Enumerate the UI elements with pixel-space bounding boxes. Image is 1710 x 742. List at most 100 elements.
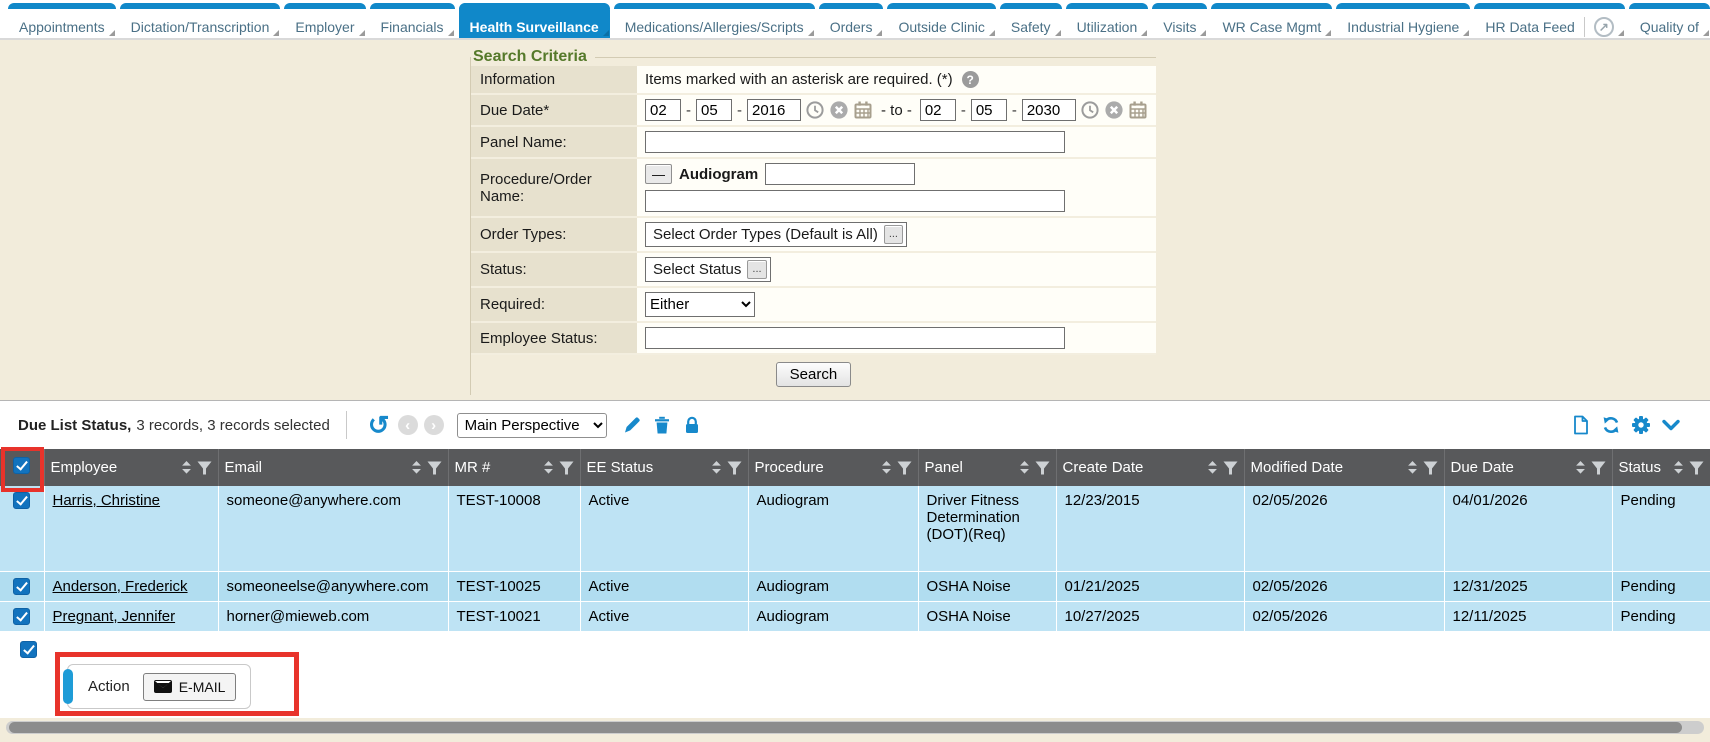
perspective-select[interactable]: Main Perspective [457, 413, 607, 438]
tab-outside-clinic[interactable]: Outside Clinic [887, 3, 995, 38]
filter-icon[interactable] [559, 461, 574, 475]
tab-appointments[interactable]: Appointments [8, 3, 116, 38]
due-from-day-input[interactable] [696, 99, 732, 121]
edit-pencil-icon[interactable] [622, 415, 642, 435]
filter-icon[interactable] [1035, 461, 1050, 475]
status-ellipsis-button[interactable]: ... [747, 260, 766, 279]
email-button[interactable]: E-MAIL [143, 673, 237, 701]
filter-icon[interactable] [1423, 461, 1438, 475]
row-checkbox[interactable] [13, 608, 30, 625]
order-types-ellipsis-button[interactable]: ... [884, 225, 903, 244]
cell-email: someoneelse@anywhere.com [218, 571, 448, 601]
employee-link[interactable]: Pregnant, Jennifer [53, 608, 176, 625]
row-checkbox[interactable] [13, 578, 30, 595]
filter-icon[interactable] [727, 461, 742, 475]
tab-health-surveillance[interactable]: Health Surveillance [459, 3, 610, 38]
filter-icon[interactable] [1591, 461, 1606, 475]
employee-link[interactable]: Anderson, Frederick [53, 578, 188, 595]
due-to-year-input[interactable] [1022, 99, 1076, 121]
filter-icon[interactable] [197, 461, 212, 475]
employee-link[interactable]: Harris, Christine [53, 492, 161, 509]
toolbar-divider [346, 411, 347, 439]
due-to-month-input[interactable] [920, 99, 956, 121]
tab-wr-case-mgmt[interactable]: WR Case Mgmt [1211, 3, 1332, 38]
filter-icon[interactable] [897, 461, 912, 475]
tab-orders[interactable]: Orders [819, 3, 884, 38]
nav-back-icon[interactable]: ‹ [398, 415, 418, 435]
clear-date-icon[interactable] [1104, 100, 1124, 120]
filter-icon[interactable] [427, 461, 442, 475]
clock-icon[interactable] [1080, 100, 1100, 120]
tab-utilization[interactable]: Utilization [1066, 3, 1149, 38]
sort-icon[interactable] [1207, 461, 1218, 474]
filter-icon[interactable] [1689, 461, 1704, 475]
sort-icon[interactable] [1019, 461, 1030, 474]
tab-label: Employer [295, 20, 354, 34]
popout-icon[interactable]: ↗ [1594, 17, 1614, 37]
procedure-detail-input[interactable] [765, 163, 915, 185]
calendar-icon[interactable] [1128, 100, 1148, 120]
column-header-mr: MR # [448, 449, 580, 486]
tab-quality-of[interactable]: Quality of [1629, 3, 1710, 38]
cell-panel: OSHA Noise [918, 571, 1056, 601]
due-to-day-input[interactable] [971, 99, 1007, 121]
clock-icon[interactable] [805, 100, 825, 120]
refresh-icon[interactable] [1601, 415, 1621, 435]
help-icon[interactable]: ? [962, 71, 979, 88]
filter-icon[interactable] [1223, 461, 1238, 475]
tab-label: Financials [381, 20, 444, 34]
cell-ee_status: Active [580, 486, 748, 571]
sort-icon[interactable] [181, 461, 192, 474]
cell-modified_date: 02/05/2026 [1244, 601, 1444, 631]
cell-create_date: 01/21/2025 [1056, 571, 1244, 601]
employee-status-input[interactable] [645, 327, 1065, 349]
undo-icon[interactable]: ↺ [368, 415, 390, 435]
due-from-year-input[interactable] [747, 99, 801, 121]
cell-due_date: 12/31/2025 [1444, 571, 1612, 601]
remove-procedure-button[interactable]: — [645, 164, 672, 184]
collapse-chevron-icon[interactable] [1661, 415, 1681, 435]
calendar-icon[interactable] [853, 100, 873, 120]
tab-industrial-hygiene[interactable]: Industrial Hygiene [1336, 3, 1470, 38]
tab-safety[interactable]: Safety [1000, 3, 1062, 38]
tab-financials[interactable]: Financials [370, 3, 455, 38]
column-label: Modified Date [1251, 459, 1402, 476]
sort-icon[interactable] [1575, 461, 1586, 474]
clear-date-icon[interactable] [829, 100, 849, 120]
scrollbar-thumb[interactable] [9, 722, 1682, 733]
lock-icon[interactable] [682, 415, 702, 435]
cell-create_date: 12/23/2015 [1056, 486, 1244, 571]
panel-name-input[interactable] [645, 131, 1065, 153]
sort-icon[interactable] [1407, 461, 1418, 474]
tab-employer[interactable]: Employer [284, 3, 365, 38]
new-document-icon[interactable] [1571, 415, 1591, 435]
order-types-picker[interactable]: Select Order Types (Default is All) ... [645, 222, 907, 247]
sort-icon[interactable] [543, 461, 554, 474]
tab-medications-allergies-scripts[interactable]: Medications/Allergies/Scripts [614, 3, 815, 38]
column-header-due_date: Due Date [1444, 449, 1612, 486]
sort-icon[interactable] [1673, 461, 1684, 474]
procedure-search-input[interactable] [645, 190, 1065, 212]
footer-select-checkbox[interactable] [20, 641, 37, 658]
tab-dictation-transcription[interactable]: Dictation/Transcription [120, 3, 281, 38]
column-header-modified_date: Modified Date [1244, 449, 1444, 486]
sort-icon[interactable] [881, 461, 892, 474]
required-select[interactable]: Either [645, 292, 755, 317]
select-all-checkbox[interactable] [13, 457, 30, 474]
grid-toolbar: Due List Status, 3 records, 3 records se… [0, 401, 1710, 449]
tab-label: Industrial Hygiene [1347, 20, 1459, 34]
due-from-month-input[interactable] [645, 99, 681, 121]
tab-hr-data-feed[interactable]: HR Data Feed↗ [1474, 3, 1624, 38]
grid-body: Harris, Christinesomeone@anywhere.comTES… [0, 486, 1710, 631]
cell-procedure: Audiogram [748, 601, 918, 631]
search-button[interactable]: Search [776, 362, 852, 387]
row-checkbox[interactable] [13, 492, 30, 509]
sort-icon[interactable] [711, 461, 722, 474]
nav-forward-icon[interactable]: › [424, 415, 444, 435]
tab-visits[interactable]: Visits [1152, 3, 1207, 38]
trash-icon[interactable] [652, 415, 672, 435]
gear-icon[interactable] [1631, 415, 1651, 435]
horizontal-scrollbar[interactable] [6, 721, 1704, 734]
status-picker[interactable]: Select Status ... [645, 257, 771, 282]
sort-icon[interactable] [411, 461, 422, 474]
